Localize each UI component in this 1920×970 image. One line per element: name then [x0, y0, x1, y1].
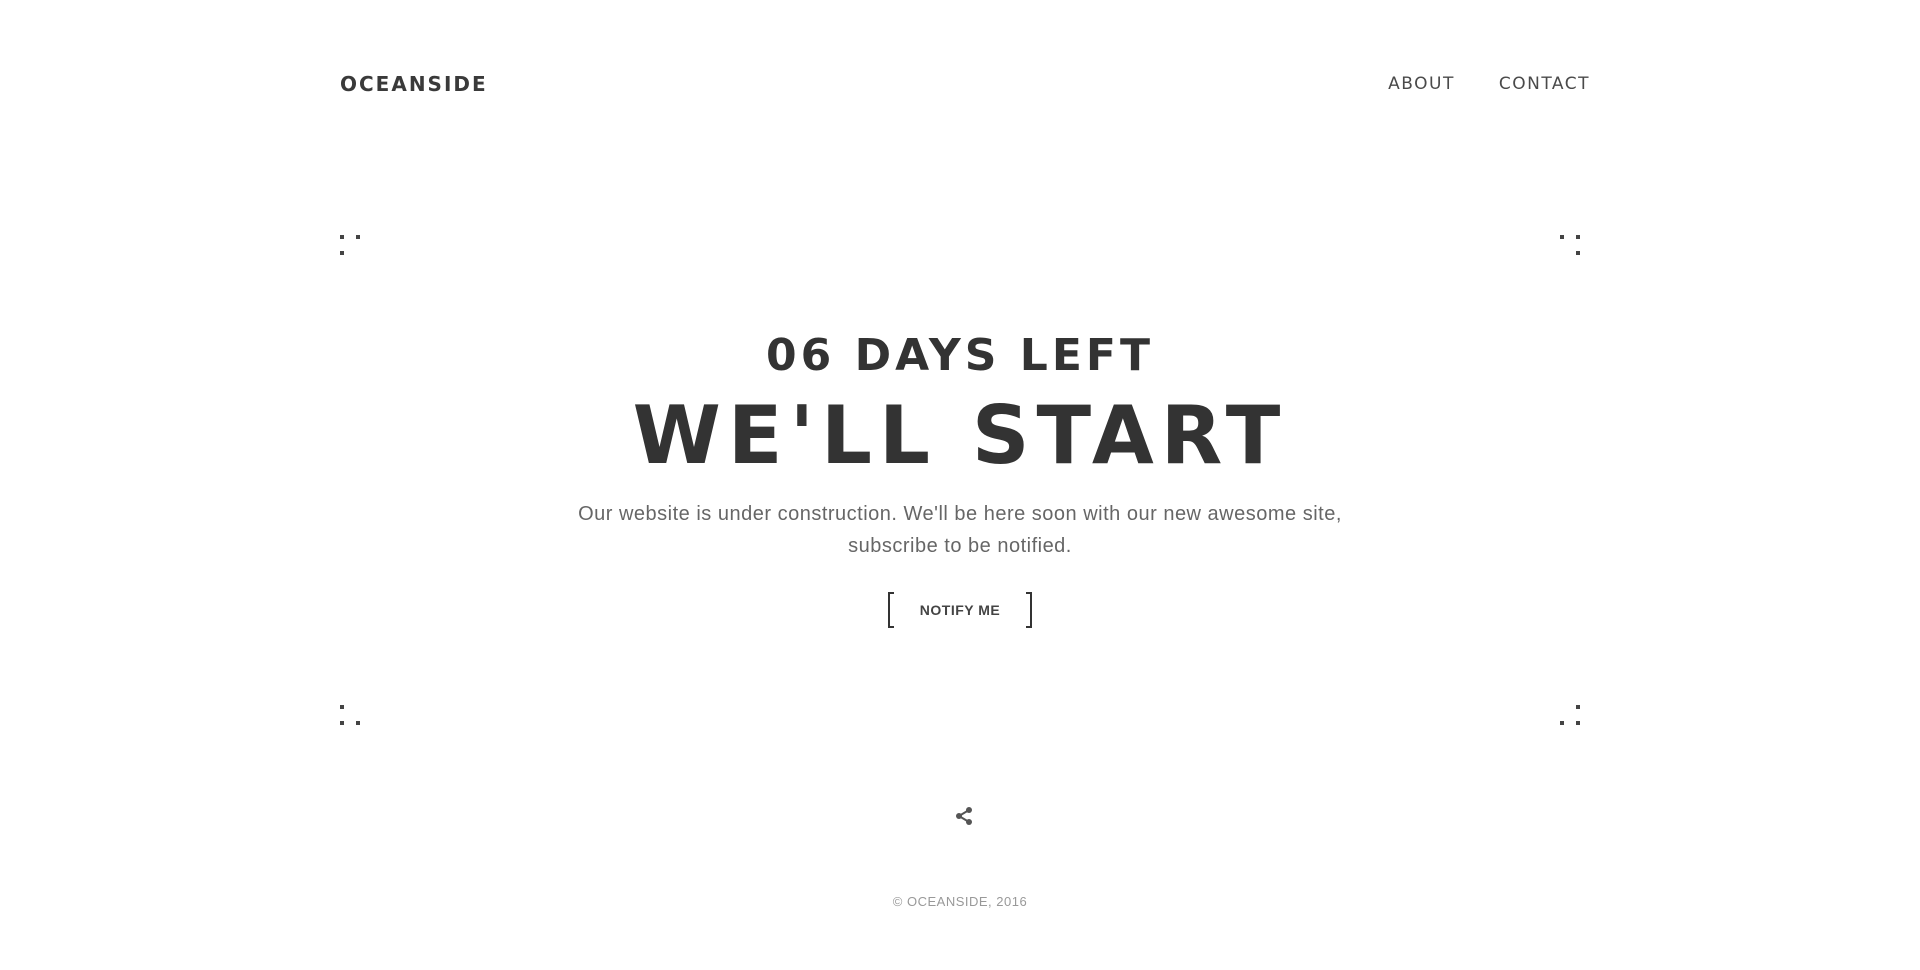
hero-description: Our website is under construction. We'll…: [578, 503, 1342, 557]
share-icon-glyph: [956, 807, 972, 825]
countdown-text: 06 DAYS LEFT: [766, 330, 1154, 381]
corner-mark-bottom-left: [340, 705, 370, 735]
corner-mark-top-left: [340, 235, 370, 265]
corner-mark-bottom-right: [1560, 705, 1590, 735]
hero-section: 06 DAYS LEFT WE'LL START Our website is …: [0, 330, 1920, 628]
site-logo[interactable]: OCEANSIDE: [340, 72, 488, 96]
notify-me-button[interactable]: NOTIFY ME: [887, 592, 1033, 628]
corner-mark-top-right: [1560, 235, 1590, 265]
coming-soon-page: OCEANSIDE ABOUT CONTACT 06 DAYS LEFT WE'…: [0, 0, 1920, 970]
notify-container: NOTIFY ME: [0, 592, 1920, 628]
share-icon[interactable]: [952, 804, 976, 828]
bracket-right-decoration: [1026, 592, 1033, 628]
nav-contact-link[interactable]: CONTACT: [1499, 74, 1590, 94]
page-title: WE'LL START: [632, 389, 1288, 482]
footer-copyright: © OCEANSIDE, 2016: [892, 894, 1028, 909]
main-nav: ABOUT CONTACT: [1388, 74, 1590, 94]
notify-me-label: NOTIFY ME: [919, 602, 1001, 618]
bracket-left-decoration: [887, 592, 894, 628]
nav-about-link[interactable]: ABOUT: [1388, 74, 1455, 94]
